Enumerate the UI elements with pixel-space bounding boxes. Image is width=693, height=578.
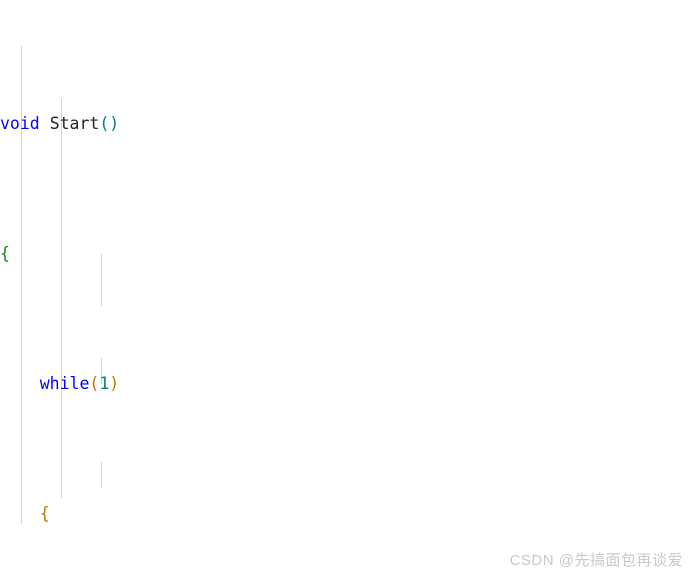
number-literal-1: 1 bbox=[99, 374, 110, 393]
paren-close: ) bbox=[109, 114, 120, 133]
keyword-void: void bbox=[0, 114, 40, 133]
code-editor[interactable]: void Start() { while(1) { showFds(); // … bbox=[0, 0, 693, 578]
code-line-1: void Start() bbox=[0, 111, 693, 137]
code-line-2: { bbox=[0, 241, 693, 267]
paren-open-level-2: ( bbox=[89, 374, 100, 393]
csdn-watermark: CSDN @先搞面包再谈爱 bbox=[509, 552, 683, 569]
brace-open-level-2: { bbox=[39, 504, 50, 523]
code-content[interactable]: void Start() { while(1) { showFds(); // … bbox=[0, 7, 693, 578]
paren-open: ( bbox=[99, 114, 110, 133]
paren-close-level-2: ) bbox=[109, 374, 120, 393]
function-name-start: Start bbox=[49, 114, 100, 133]
keyword-while: while bbox=[39, 374, 90, 393]
code-line-3: while(1) bbox=[0, 371, 693, 397]
code-line-4: { bbox=[0, 501, 693, 527]
brace-open-level-1: { bbox=[0, 244, 10, 263]
